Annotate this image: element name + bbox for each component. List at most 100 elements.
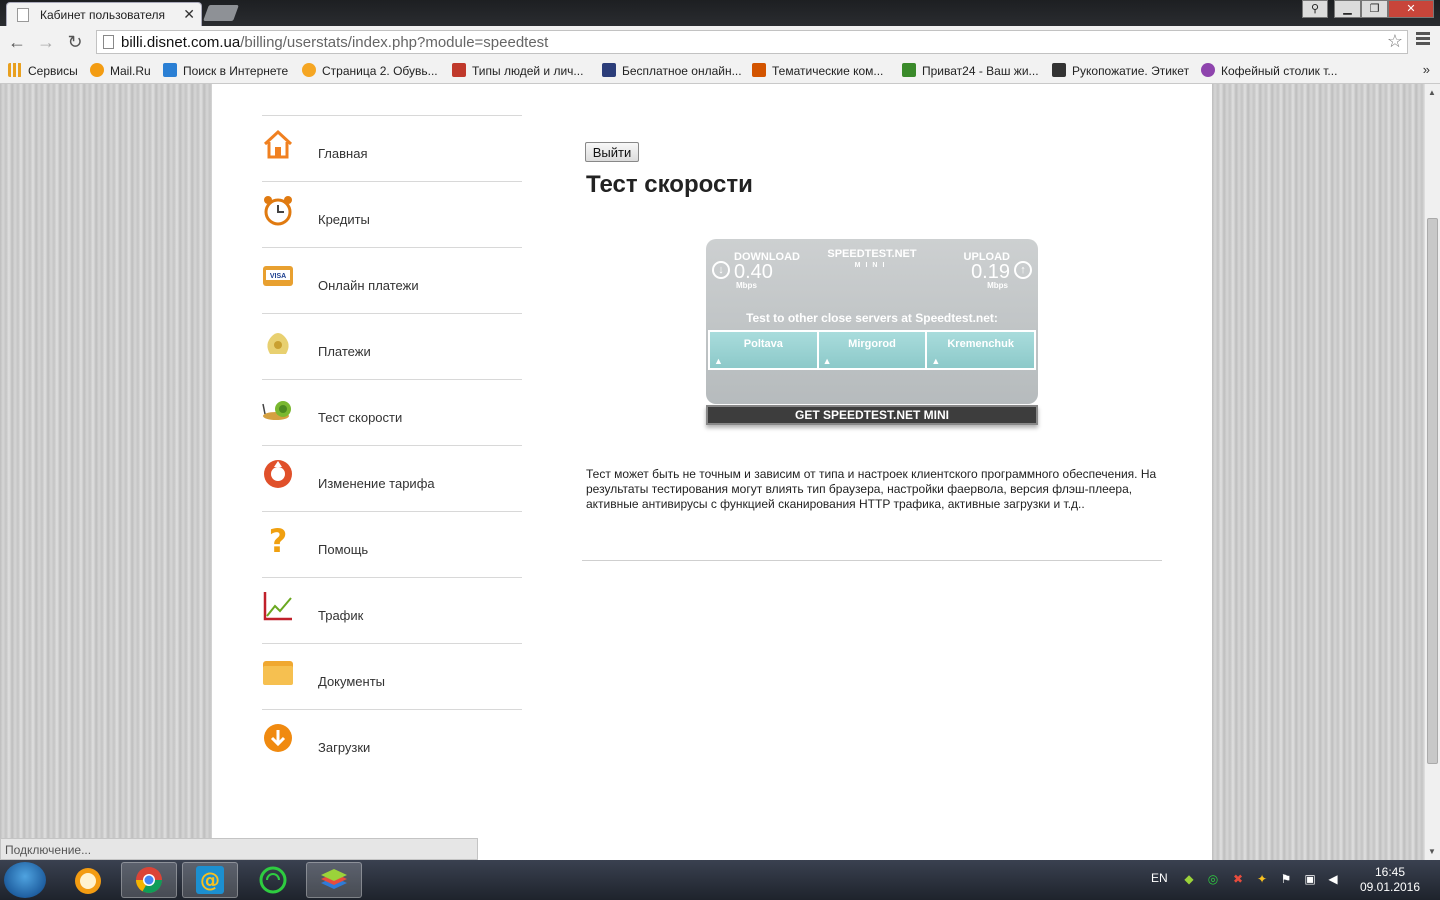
apps-icon	[8, 63, 22, 77]
bookmark-site-icon	[1201, 63, 1215, 77]
scroll-up-icon[interactable]: ▲	[1428, 88, 1436, 97]
divider	[582, 560, 1162, 561]
minimize-button[interactable]: ▁	[1334, 0, 1361, 18]
vertical-scrollbar[interactable]: ▲ ▼	[1424, 84, 1440, 860]
play-icon: ▲	[931, 356, 941, 366]
sidebar-item-traffic[interactable]: Трафик	[262, 577, 522, 643]
taskbar-chrome-icon[interactable]	[121, 862, 177, 898]
taskbar-mail-agent-icon[interactable]: @	[182, 862, 238, 898]
reload-icon[interactable]: ↻	[65, 32, 85, 53]
download-icon	[262, 722, 294, 754]
bookmark-site-icon	[752, 63, 766, 77]
taskbar-bluestacks-icon[interactable]	[306, 862, 362, 898]
get-speedtest-mini-link[interactable]: GET SPEEDTEST.NET MINI	[706, 405, 1038, 425]
search-icon	[163, 63, 177, 77]
back-icon[interactable]: ←	[7, 32, 27, 53]
svg-text:VISA: VISA	[270, 273, 286, 280]
bookmark-item[interactable]: Поиск в Интернете	[163, 63, 288, 78]
close-window-button[interactable]: ✕	[1388, 0, 1434, 18]
sidebar-item-credits[interactable]: Кредиты	[262, 181, 522, 247]
sidebar-item-label: Трафик	[318, 608, 364, 623]
page-icon	[103, 35, 114, 49]
play-icon: ▲	[822, 356, 832, 366]
bookmark-item[interactable]: Кофейный столик т...	[1201, 63, 1337, 78]
menu-icon[interactable]	[1416, 32, 1430, 47]
close-tab-icon[interactable]: ✕	[183, 6, 195, 23]
bookmark-item[interactable]: Рукопожатие. Этикет	[1052, 63, 1189, 78]
server-button-mirgorod[interactable]: Mirgorod ▲	[818, 332, 928, 368]
bookmark-item[interactable]: Типы людей и лич...	[452, 63, 583, 78]
sidebar-item-label: Тест скорости	[318, 410, 403, 425]
tray-sync-icon[interactable]: ◎	[1206, 872, 1220, 886]
bookmark-site-icon	[1052, 63, 1066, 77]
speedtest-logo: SPEEDTEST.NET MINI	[827, 248, 917, 270]
speedtest-widget: ↓ DOWNLOAD 0.40 Mbps SPEEDTEST.NET MINI …	[706, 239, 1038, 434]
sidebar-item-label: Платежи	[318, 344, 371, 359]
svg-text:?: ?	[269, 524, 288, 556]
tab-title: Кабинет пользователя	[40, 8, 165, 22]
bookmarks-bar: Сервисы Mail.Ru Поиск в Интернете Страни…	[0, 58, 1440, 84]
upload-value: 0.19	[971, 261, 1010, 283]
forward-icon[interactable]: →	[36, 32, 56, 53]
bookmark-item[interactable]: Сервисы	[8, 63, 78, 78]
start-button[interactable]	[4, 862, 46, 898]
bookmark-item[interactable]: Бесплатное онлайн...	[602, 63, 742, 78]
scroll-thumb[interactable]	[1427, 218, 1438, 764]
tray-antivirus-icon[interactable]: ✖	[1231, 872, 1245, 886]
tray-bluestacks-icon[interactable]: ◆	[1182, 872, 1196, 886]
action-center-flag-icon[interactable]: ⚑	[1279, 872, 1293, 886]
bookmark-item[interactable]: Тематические ком...	[752, 63, 883, 78]
servers-prompt: Test to other close servers at Speedtest…	[746, 311, 998, 325]
sidebar-item-label: Документы	[318, 674, 386, 689]
upload-readout: UPLOAD 0.19 Mbps	[964, 251, 1010, 290]
speedtest-panel: ↓ DOWNLOAD 0.40 Mbps SPEEDTEST.NET MINI …	[706, 239, 1038, 404]
page-title: Тест скорости	[586, 171, 753, 198]
snail-icon	[262, 392, 294, 424]
bookmark-site-icon	[452, 63, 466, 77]
network-icon[interactable]: ▣	[1303, 872, 1317, 886]
bookmark-item[interactable]: Mail.Ru	[90, 63, 151, 78]
server-button-kremenchuk[interactable]: Kremenchuk ▲	[927, 332, 1035, 368]
bookmark-site-icon	[902, 63, 916, 77]
new-tab-button[interactable]	[203, 5, 239, 21]
browser-tab[interactable]: Кабинет пользователя ✕	[6, 2, 202, 26]
sidebar-item-tariff[interactable]: Изменение тарифа	[262, 445, 522, 511]
download-readout: DOWNLOAD 0.40 Mbps	[734, 251, 800, 290]
mailru-icon	[90, 63, 104, 77]
user-icon[interactable]: ⚲	[1302, 0, 1328, 18]
bookmark-item[interactable]: Страница 2. Обувь...	[302, 63, 438, 78]
clock-time: 16:45	[1374, 865, 1406, 879]
volume-icon[interactable]: ◀	[1326, 872, 1340, 886]
alarm-clock-icon	[262, 194, 294, 226]
download-arrow-icon: ↓	[712, 261, 730, 279]
bookmark-star-icon[interactable]: ☆	[1387, 31, 1403, 52]
sidebar-item-home[interactable]: Главная	[262, 115, 522, 181]
sidebar-item-label: Помощь	[318, 542, 369, 557]
address-bar[interactable]: billi.disnet.com.ua/billing/userstats/in…	[96, 30, 1408, 54]
tray-wand-icon[interactable]: ✦	[1255, 872, 1269, 886]
system-clock[interactable]: 16:45 09.01.2016	[1352, 865, 1428, 895]
sidebar-item-online-payments[interactable]: VISA Онлайн платежи	[262, 247, 522, 313]
maximize-button[interactable]: ❐	[1361, 0, 1388, 18]
logout-button[interactable]: Выйти	[585, 142, 639, 162]
sidebar-item-label: Онлайн платежи	[318, 278, 419, 293]
sidebar-item-payments[interactable]: Платежи	[262, 313, 522, 379]
scroll-down-icon[interactable]: ▼	[1428, 847, 1436, 856]
page-icon	[17, 8, 29, 22]
sidebar-menu: Главная Кредиты VISA Онлайн платежи Плат…	[262, 115, 522, 775]
server-button-poltava[interactable]: Poltava ▲	[710, 332, 819, 368]
sidebar-item-speedtest[interactable]: Тест скорости	[262, 379, 522, 445]
bookmark-item[interactable]: Приват24 - Ваш жи...	[902, 63, 1039, 78]
bookmark-site-icon	[602, 63, 616, 77]
home-icon	[262, 128, 294, 160]
sidebar-item-downloads[interactable]: Загрузки	[262, 709, 522, 775]
more-bookmarks-icon[interactable]: »	[1423, 62, 1430, 77]
sidebar-item-documents[interactable]: Документы	[262, 643, 522, 709]
taskbar-sync-icon[interactable]	[245, 862, 301, 898]
language-indicator[interactable]: EN	[1151, 871, 1168, 885]
sidebar-item-help[interactable]: ? Помощь	[262, 511, 522, 577]
sidebar-item-label: Загрузки	[318, 740, 371, 755]
browser-toolbar: ← → ↻ billi.disnet.com.ua/billing/userst…	[0, 26, 1440, 58]
taskbar-app-icon[interactable]	[60, 862, 116, 898]
page-content: Главная Кредиты VISA Онлайн платежи Плат…	[212, 84, 1212, 860]
